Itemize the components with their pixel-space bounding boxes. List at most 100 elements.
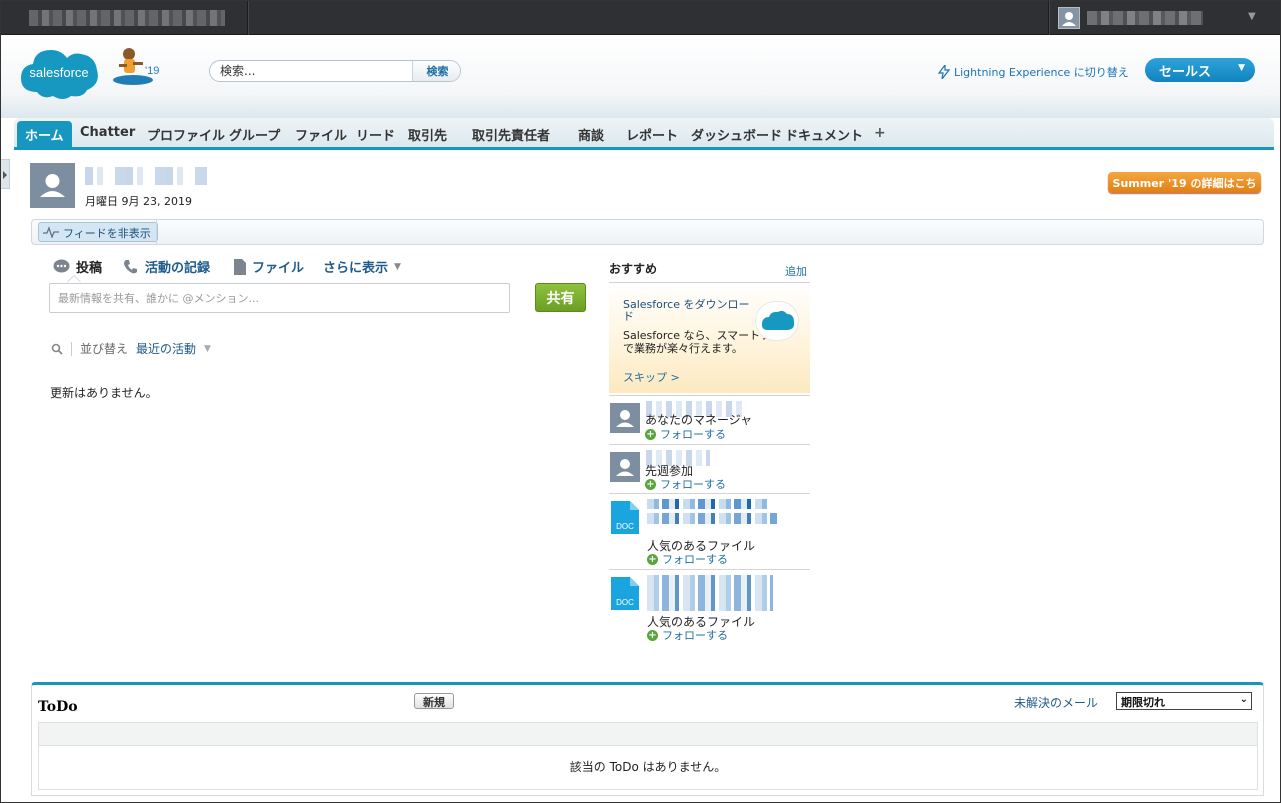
todo-empty-message: 該当の ToDo はありません。 [569, 760, 727, 774]
follow-link[interactable]: + フォローする [647, 551, 728, 567]
user-avatar[interactable] [1058, 7, 1080, 29]
tab-opportunities[interactable]: 商談 [578, 121, 604, 147]
plus-icon: + [645, 428, 656, 440]
recommendation-item: 先週参加 + フォローする [609, 448, 810, 492]
file-name-redacted[interactable] [647, 499, 769, 509]
tab-contacts[interactable]: 取引先責任者 [472, 121, 550, 147]
tab-files[interactable]: ファイル [295, 121, 347, 147]
sort-chevron-down-icon[interactable]: ▼ [204, 344, 211, 354]
tab-dashboards[interactable]: ダッシュボード [691, 121, 782, 147]
tab-profile[interactable]: プロファイル [147, 121, 225, 147]
publisher-tab-more[interactable]: さらに表示 ▼ [323, 257, 401, 276]
person-avatar[interactable] [610, 452, 640, 482]
user-name-redacted[interactable] [1087, 11, 1203, 25]
new-todo-button[interactable]: 新規 [414, 693, 454, 709]
plus-icon: + [647, 629, 658, 641]
follow-label: フォローする [662, 553, 728, 566]
tab-chatter[interactable]: Chatter [80, 121, 135, 147]
follow-label: フォローする [660, 478, 726, 491]
plus-icon: + [645, 478, 656, 490]
pulse-icon [43, 226, 59, 238]
tab-accounts[interactable]: 取引先 [408, 121, 447, 147]
tab-bar: ホーム Chatter プロファイル グループ ファイル リード 取引先 取引先… [1, 118, 1280, 150]
doc-file-icon[interactable]: DOC [611, 577, 639, 610]
publisher-tab-pointer [67, 275, 81, 282]
search-input[interactable] [210, 61, 412, 81]
salesforce-cloud-icon [761, 310, 795, 330]
lightning-link-label: Lightning Experience に切り替え [954, 66, 1129, 79]
follow-link[interactable]: + フォローする [645, 476, 726, 492]
recommendation-item: DOC 人気のあるファイル + フォローする [609, 572, 810, 642]
feed-empty-message: 更新はありません。 [50, 386, 158, 400]
post-input[interactable] [49, 283, 510, 313]
todo-table: 該当の ToDo はありません。 [38, 722, 1258, 790]
app-menu-chevron-icon: ▼ [1238, 63, 1245, 73]
summer-release-button[interactable]: Summer '19 の詳細はこちら [1108, 172, 1261, 206]
todo-filter-value: 期限切れ [1121, 696, 1165, 709]
profile-avatar[interactable] [30, 163, 75, 208]
tab-leads[interactable]: リード [356, 121, 395, 147]
top-bar-divider [247, 1, 248, 35]
user-menu-chevron-icon[interactable]: ▼ [1248, 11, 1256, 22]
speech-bubble-icon [53, 259, 70, 273]
svg-text:salesforce: salesforce [29, 65, 88, 80]
open-email-link[interactable]: 未解決のメール [1014, 694, 1098, 711]
follow-label: フォローする [660, 428, 726, 441]
promo-title-link[interactable]: Salesforce をダウンロード [623, 299, 753, 323]
feed-toolbar-divider [156, 220, 157, 244]
publisher-tab-post[interactable]: 投稿 [53, 257, 102, 276]
mobile-app-promo: Salesforce をダウンロード Salesforce なら、スマートフォン… [609, 283, 810, 393]
hide-feed-button[interactable]: フィードを非表示 [38, 222, 158, 242]
svg-text:DOC: DOC [616, 598, 634, 607]
search-button[interactable]: 検索 [412, 61, 460, 81]
todo-panel: ToDo 新規 未解決のメール 期限切れ ⌄ 該当の ToDo はありません。 [31, 682, 1264, 796]
select-chevron-down-icon: ⌄ [1239, 694, 1248, 705]
switch-to-lightning-link[interactable]: Lightning Experience に切り替え [938, 64, 1129, 80]
sidebar-expand-handle[interactable] [1, 159, 10, 189]
feed-toolbar: フィードを非表示 [31, 219, 1264, 245]
person-icon [40, 174, 65, 197]
salesforce-logo[interactable]: salesforce [17, 44, 101, 100]
tab-home[interactable]: ホーム [17, 121, 72, 147]
lightning-bolt-icon [938, 65, 950, 79]
sort-dropdown[interactable]: 最近の活動 [136, 340, 196, 357]
svg-text:'19: '19 [145, 65, 159, 77]
document-icon [234, 258, 246, 275]
phone-icon [124, 259, 137, 273]
follow-link[interactable]: + フォローする [645, 426, 726, 442]
publisher-tab-label: ファイル [252, 261, 305, 276]
file-name-redacted[interactable] [647, 575, 773, 611]
tab-add-icon[interactable]: + [874, 121, 886, 147]
profile-name-redacted[interactable] [85, 167, 207, 185]
todo-filter-select[interactable]: 期限切れ ⌄ [1116, 692, 1252, 710]
recommendation-item: あなたのマネージャ + フォローする [609, 399, 810, 443]
person-icon [616, 410, 634, 427]
browser-window: ▼ salesforce '19 検索 Lightning Experience… [0, 0, 1281, 803]
recommendations-title: おすすめ [609, 262, 658, 276]
tab-documents[interactable]: ドキュメント [785, 121, 863, 147]
publisher-tab-log-activity[interactable]: 活動の記録 [123, 257, 210, 276]
tab-groups[interactable]: グループ [229, 121, 280, 147]
app-menu-button[interactable]: セールス ▼ [1145, 58, 1255, 82]
recommendations-divider [609, 569, 810, 570]
promo-image [755, 301, 799, 341]
app-menu-label: セールス [1159, 65, 1212, 80]
release-mascot-icon: '19 [113, 48, 159, 85]
recommendations-add-link[interactable]: 追加 [785, 263, 807, 279]
publisher-tab-file[interactable]: ファイル [234, 257, 304, 276]
doc-file-icon[interactable]: DOC [611, 501, 639, 534]
promo-skip-link[interactable]: スキップ > [623, 369, 680, 385]
person-avatar[interactable] [610, 403, 640, 433]
publisher-tab-label: さらに表示 [323, 261, 389, 276]
hide-feed-label: フィードを非表示 [63, 227, 151, 240]
svg-text:DOC: DOC [616, 522, 634, 531]
sort-divider [71, 341, 72, 356]
follow-link[interactable]: + フォローする [647, 627, 728, 643]
top-bar: ▼ [1, 1, 1280, 35]
recommendations-divider [609, 395, 810, 396]
search-icon[interactable] [51, 343, 63, 355]
tab-reports[interactable]: レポート [626, 121, 678, 147]
file-name-redacted[interactable] [647, 513, 777, 524]
share-button[interactable]: 共有 [535, 283, 586, 312]
current-date: 月曜日 9月 23, 2019 [85, 195, 192, 208]
